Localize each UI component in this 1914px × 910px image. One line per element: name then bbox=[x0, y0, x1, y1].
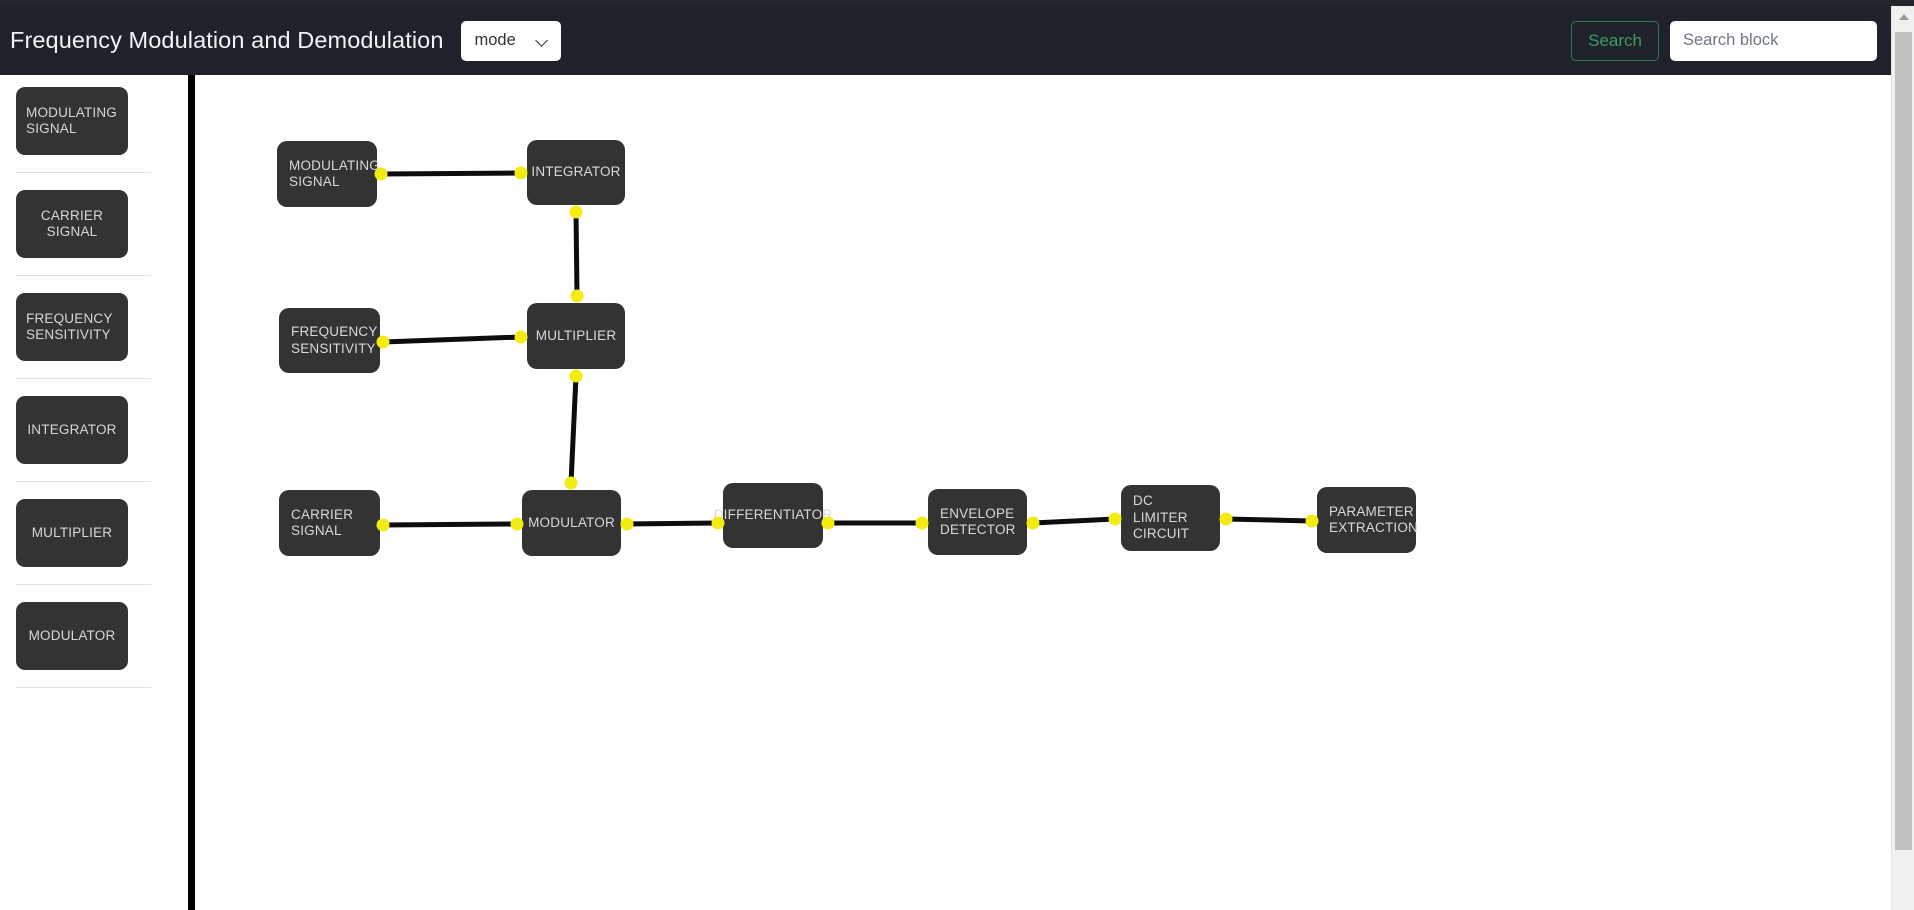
port-modulator-left[interactable] bbox=[510, 517, 524, 531]
node-differentiator[interactable]: DIFFERENTIATOR bbox=[714, 483, 832, 548]
palette-list: MODULATING SIGNAL CARRIER SIGNAL FREQUENCY… bbox=[0, 87, 188, 688]
port-modulator-top[interactable] bbox=[564, 476, 578, 490]
node-label: DC LIMITER CIRCUIT bbox=[1133, 493, 1190, 542]
port-differentiator-left[interactable] bbox=[711, 516, 725, 530]
edge-layer bbox=[378, 170, 1315, 528]
palette-separator bbox=[16, 378, 151, 379]
palette-item-carrier-signal[interactable]: CARRIER SIGNAL bbox=[0, 190, 188, 258]
port-envelope-detector-left[interactable] bbox=[915, 516, 929, 530]
node-multiplier[interactable]: MULTIPLIER bbox=[527, 303, 625, 369]
palette-item-multiplier[interactable]: MULTIPLIER bbox=[0, 499, 188, 567]
node-label: DIFFERENTIATOR bbox=[713, 507, 833, 523]
port-multiplier-left[interactable] bbox=[514, 330, 528, 344]
node-label: MULTIPLIER bbox=[535, 327, 617, 343]
edge-frequency-sensitivity-to-multiplier[interactable] bbox=[380, 334, 524, 345]
node-label: ENVELOPE DETECTOR bbox=[940, 505, 1016, 538]
port-envelope-detector-right[interactable] bbox=[1026, 516, 1040, 530]
node-label: MODULATING SIGNAL bbox=[289, 157, 381, 190]
port-carrier-signal-right[interactable] bbox=[376, 518, 390, 532]
node-modulator[interactable]: MODULATOR bbox=[522, 490, 621, 556]
port-modulator-right[interactable] bbox=[620, 517, 634, 531]
palette-item-integrator[interactable]: INTEGRATOR bbox=[0, 396, 188, 464]
mode-dropdown[interactable]: mode bbox=[460, 20, 561, 61]
edge-carrier-signal-to-modulator[interactable] bbox=[380, 521, 520, 528]
node-parameter-extraction[interactable]: PARAMETER EXTRACTION bbox=[1317, 487, 1419, 553]
port-integrator-left[interactable] bbox=[514, 166, 528, 180]
edge-dc-limiter-circuit-to-parameter-extraction[interactable] bbox=[1223, 516, 1315, 524]
app-header: Frequency Modulation and Demodulation mo… bbox=[0, 6, 1891, 75]
node-label: CARRIER SIGNAL bbox=[291, 506, 354, 539]
node-label: INTEGRATOR bbox=[531, 164, 621, 180]
scroll-up-button[interactable] bbox=[1892, 6, 1914, 28]
port-parameter-extraction-left[interactable] bbox=[1305, 514, 1319, 528]
chevron-down-icon bbox=[536, 34, 550, 48]
port-multiplier-top[interactable] bbox=[570, 289, 584, 303]
palette-separator bbox=[16, 172, 151, 173]
palette-block[interactable]: INTEGRATOR bbox=[16, 396, 128, 464]
palette-block[interactable]: FREQUENCY SENSITIVITY bbox=[16, 293, 128, 361]
node-dc-limiter-circuit[interactable]: DC LIMITER CIRCUIT bbox=[1121, 485, 1220, 551]
edge-modulator-to-differentiator[interactable] bbox=[624, 520, 721, 527]
node-label: FREQUENCY SENSITIVITY bbox=[291, 324, 378, 356]
palette-separator bbox=[16, 584, 151, 585]
page-scrollbar[interactable] bbox=[1891, 6, 1914, 910]
port-modulating-signal-right[interactable] bbox=[374, 167, 388, 181]
sidebar-canvas-divider bbox=[188, 75, 195, 910]
palette-block[interactable]: MODULATOR bbox=[16, 602, 128, 670]
palette-separator bbox=[16, 275, 151, 276]
node-label: MODULATOR bbox=[528, 514, 615, 530]
edge-envelope-detector-to-dc-limiter-circuit[interactable] bbox=[1030, 516, 1118, 526]
node-carrier-signal[interactable]: CARRIER SIGNAL bbox=[279, 490, 380, 556]
edge-integrator-to-multiplier[interactable] bbox=[573, 209, 580, 299]
page-title: Frequency Modulation and Demodulation bbox=[10, 27, 444, 53]
mode-dropdown-label: mode bbox=[474, 31, 516, 49]
palette-block[interactable]: MODULATING SIGNAL bbox=[16, 87, 128, 155]
palette-block[interactable]: MULTIPLIER bbox=[16, 499, 128, 567]
port-differentiator-right[interactable] bbox=[821, 516, 835, 530]
port-dc-limiter-circuit-right[interactable] bbox=[1219, 512, 1233, 526]
scrollbar-thumb[interactable] bbox=[1895, 32, 1912, 850]
app-root: Frequency Modulation and Demodulation mo… bbox=[0, 0, 1914, 910]
palette-item-modulating-signal[interactable]: MODULATING SIGNAL bbox=[0, 87, 188, 155]
node-integrator[interactable]: INTEGRATOR bbox=[527, 140, 625, 205]
edge-multiplier-to-modulator[interactable] bbox=[568, 373, 579, 486]
node-label: PARAMETER EXTRACTION bbox=[1329, 503, 1419, 536]
search-input[interactable] bbox=[1670, 20, 1877, 61]
edge-modulating-signal-to-integrator[interactable] bbox=[378, 170, 524, 177]
port-frequency-sensitivity-right[interactable] bbox=[376, 335, 390, 349]
palette-item-modulator[interactable]: MODULATOR bbox=[0, 602, 188, 670]
palette-item-frequency-sensitivity[interactable]: FREQUENCY SENSITIVITY bbox=[0, 293, 188, 361]
port-multiplier-bottom[interactable] bbox=[569, 369, 583, 383]
triangle-up-icon bbox=[1898, 14, 1909, 20]
search-button[interactable]: Search bbox=[1571, 20, 1659, 61]
palette-block[interactable]: CARRIER SIGNAL bbox=[16, 190, 128, 258]
port-dc-limiter-circuit-left[interactable] bbox=[1108, 512, 1122, 526]
port-integrator-bottom[interactable] bbox=[569, 205, 583, 219]
flow-canvas[interactable]: MODULATING SIGNAL INTEGRATOR FREQUENCY SEN… bbox=[195, 75, 1891, 910]
node-modulating-signal[interactable]: MODULATING SIGNAL bbox=[277, 141, 381, 207]
node-frequency-sensitivity[interactable]: FREQUENCY SENSITIVITY bbox=[279, 308, 380, 373]
palette-separator bbox=[16, 687, 151, 688]
block-palette-sidebar[interactable]: MODULATING SIGNAL CARRIER SIGNAL FREQUENCY… bbox=[0, 75, 188, 910]
node-envelope-detector[interactable]: ENVELOPE DETECTOR bbox=[928, 489, 1027, 555]
palette-separator bbox=[16, 481, 151, 482]
